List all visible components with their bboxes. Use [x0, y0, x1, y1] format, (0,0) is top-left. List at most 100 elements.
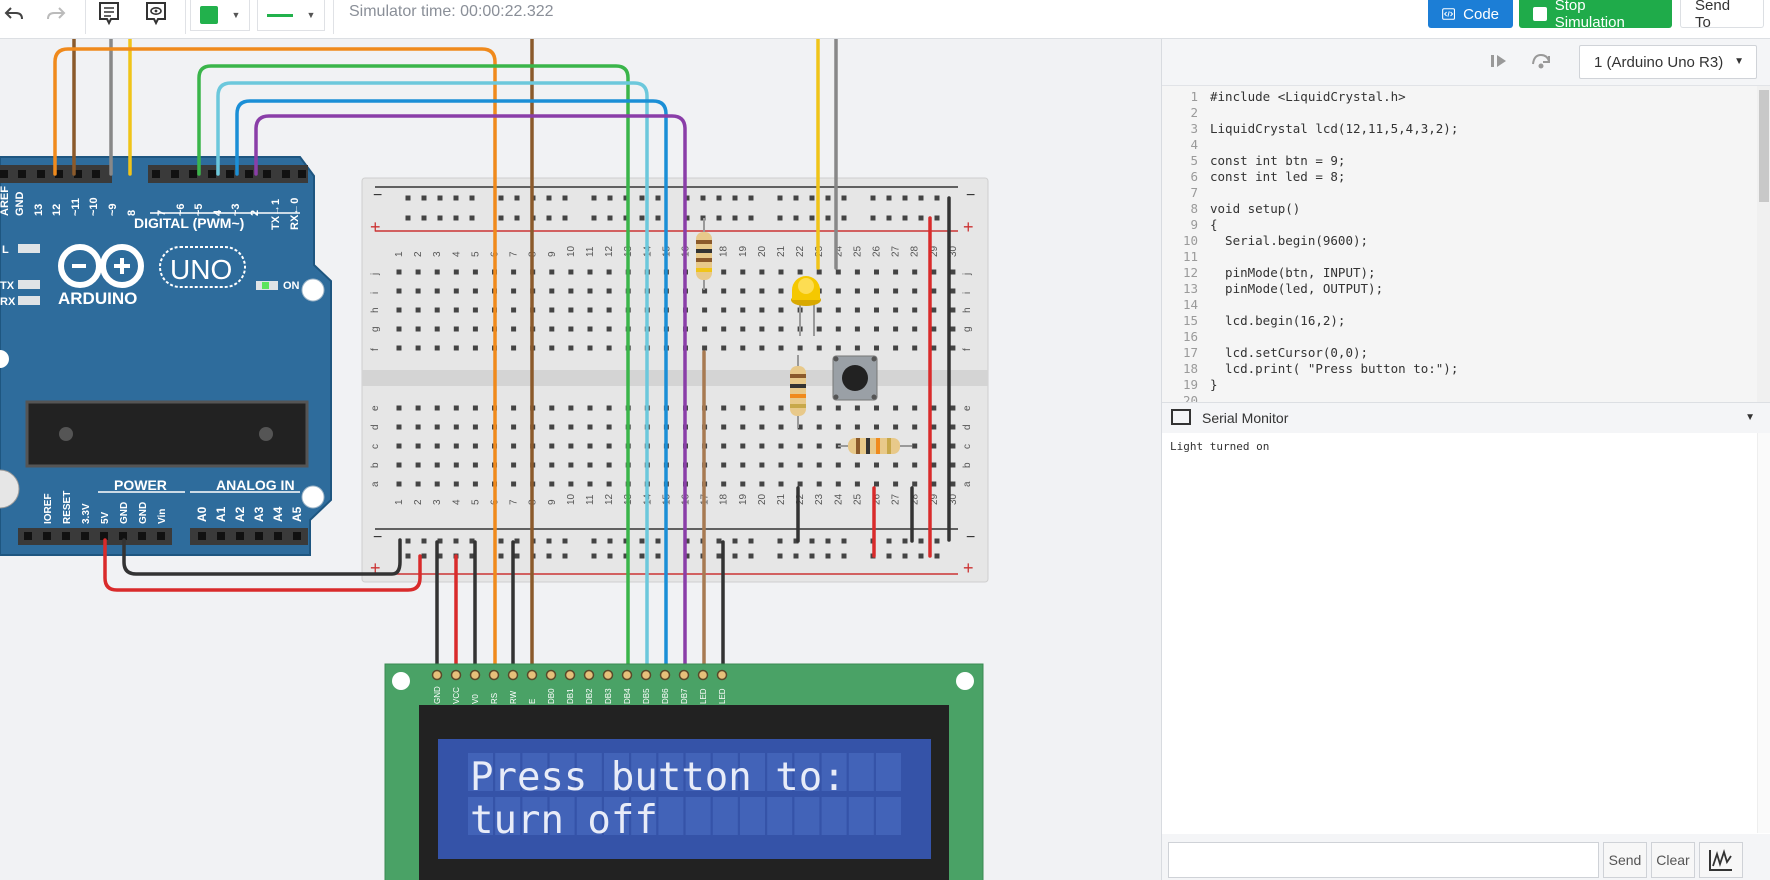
serial-input[interactable]: [1168, 842, 1599, 878]
code-line[interactable]: void setup(): [1210, 201, 1300, 216]
line-number: 10: [1182, 233, 1198, 248]
column-label: 3: [432, 499, 443, 505]
lcd-char-cell: [848, 753, 874, 791]
column-label: 7: [509, 251, 520, 257]
line-number: 3: [1190, 121, 1198, 136]
pin-label-rx0: RX←0: [289, 198, 301, 230]
row-label: a: [370, 481, 381, 487]
pin-label-a1: A1: [214, 506, 228, 522]
lcd-pin[interactable]: [697, 669, 709, 681]
lcd-pin[interactable]: [469, 669, 481, 681]
lcd-pin[interactable]: [621, 669, 633, 681]
board-select[interactable]: 1 (Arduino Uno R3) ▼: [1579, 45, 1757, 79]
circuit-canvas[interactable]: AREF GND 13 12 ~11 ~10 ~9 8 7 ~6 ~5 4 ~3…: [0, 39, 1161, 880]
code-panel-toolbar: 1 (Arduino Uno R3) ▼: [1162, 39, 1770, 86]
lcd-pin-label: DB5: [642, 688, 651, 704]
send-button[interactable]: Send: [1603, 842, 1647, 878]
code-line[interactable]: pinMode(led, OUTPUT);: [1210, 281, 1383, 296]
serial-monitor-header[interactable]: Serial Monitor ▼: [1162, 402, 1770, 434]
stop-simulation-button[interactable]: Stop Simulation: [1519, 0, 1672, 31]
breadboard[interactable]: − − + + − − + + 112233445566778899101011…: [361, 177, 989, 583]
lcd-char-cell: [658, 797, 684, 835]
column-label: 20: [757, 245, 768, 257]
power-on-led: [262, 282, 269, 289]
stop-simulation-label: Stop Simulation: [1554, 0, 1625, 31]
column-label: 27: [891, 493, 902, 505]
lcd-pin[interactable]: [659, 669, 671, 681]
undo-icon[interactable]: [0, 0, 28, 28]
lcd-pin-label: V0: [471, 694, 480, 704]
redo-icon[interactable]: [42, 0, 70, 28]
row-label: c: [370, 444, 381, 449]
code-line[interactable]: lcd.print( "Press button to:");: [1210, 361, 1458, 376]
line-number: 20: [1182, 393, 1198, 402]
serial-input-bar: Send Clear: [1162, 834, 1770, 880]
column-label: 18: [719, 493, 730, 505]
graph-button[interactable]: [1699, 842, 1743, 878]
column-label: 11: [585, 494, 596, 505]
lcd-pin[interactable]: [431, 669, 443, 681]
code-button[interactable]: Code: [1428, 0, 1513, 28]
lcd-line-2: turn off: [470, 798, 658, 843]
code-line[interactable]: const int btn = 9;: [1210, 153, 1345, 168]
notes-icon[interactable]: [95, 0, 123, 28]
line-style-picker[interactable]: ▼: [257, 0, 325, 31]
code-editor[interactable]: 1 #include <LiquidCrystal.h> 2 3 LiquidCryst…: [1162, 86, 1770, 402]
line-number: 6: [1190, 169, 1198, 184]
lcd-char-cell: [848, 797, 874, 835]
row-label: i: [370, 292, 381, 294]
pin-label-aref: AREF: [0, 186, 11, 216]
graph-icon: [1709, 849, 1732, 871]
send-to-button[interactable]: Send To: [1680, 0, 1764, 31]
view-icon[interactable]: [142, 0, 170, 28]
color-picker[interactable]: ▼: [190, 0, 250, 31]
code-line[interactable]: const int led = 8;: [1210, 169, 1345, 184]
serial-scrollbar[interactable]: [1757, 433, 1770, 833]
lcd-char-cell: [794, 797, 820, 835]
rail-plus-bottom-right: +: [963, 558, 974, 578]
row-label: f: [962, 348, 973, 351]
column-label: 3: [432, 251, 443, 257]
line-number: 12: [1182, 265, 1198, 280]
lcd-pin-label: DB7: [680, 688, 689, 704]
pin-label-a5: A5: [290, 506, 304, 522]
code-line[interactable]: Serial.begin(9600);: [1210, 233, 1368, 248]
code-line[interactable]: lcd.setCursor(0,0);: [1210, 345, 1368, 360]
lcd-pin[interactable]: [450, 669, 462, 681]
lcd-pin-label: GND: [433, 686, 442, 704]
chevron-down-icon[interactable]: ▼: [1745, 412, 1755, 423]
lcd-pin[interactable]: [716, 669, 728, 681]
arduino-uno-board[interactable]: AREF GND 13 12 ~11 ~10 ~9 8 7 ~6 ~5 4 ~3…: [0, 156, 332, 556]
code-line[interactable]: pinMode(btn, INPUT);: [1210, 265, 1376, 280]
step-icon[interactable]: [1488, 51, 1510, 76]
lcd-pin[interactable]: [507, 669, 519, 681]
lcd-char-cell: [876, 753, 901, 791]
code-line[interactable]: lcd.begin(16,2);: [1210, 313, 1345, 328]
code-line[interactable]: LiquidCrystal lcd(12,11,5,4,3,2);: [1210, 121, 1458, 136]
lcd-pin-label: DB3: [604, 688, 613, 704]
clear-button[interactable]: Clear: [1651, 842, 1695, 878]
lcd-pin[interactable]: [583, 669, 595, 681]
lcd-pin[interactable]: [545, 669, 557, 681]
column-label: 25: [852, 493, 863, 505]
column-label: 10: [566, 493, 577, 505]
code-line[interactable]: {: [1210, 217, 1218, 232]
lcd-pin[interactable]: [526, 669, 538, 681]
lcd-pin[interactable]: [602, 669, 614, 681]
pin-label-tx1: TX→1: [270, 199, 282, 230]
code-line[interactable]: }: [1210, 377, 1218, 392]
lcd-16x2[interactable]: GND VCC V0 RS RW E DB0 DB1 DB2 DB3 DB4 DB5 DB6 DB7 LED…: [384, 663, 984, 880]
row-label: g: [370, 326, 381, 332]
lcd-pin[interactable]: [488, 669, 500, 681]
lcd-pin[interactable]: [564, 669, 576, 681]
power-label: POWER: [114, 477, 167, 493]
lcd-pin[interactable]: [678, 669, 690, 681]
line-number: 1: [1190, 89, 1198, 104]
pushbutton[interactable]: [832, 355, 878, 401]
column-label: 28: [910, 245, 921, 257]
column-label: 27: [891, 245, 902, 257]
code-line[interactable]: #include <LiquidCrystal.h>: [1210, 89, 1406, 104]
lcd-pin[interactable]: [640, 669, 652, 681]
editor-scrollbar[interactable]: [1757, 86, 1770, 402]
step-over-icon[interactable]: [1530, 51, 1552, 76]
